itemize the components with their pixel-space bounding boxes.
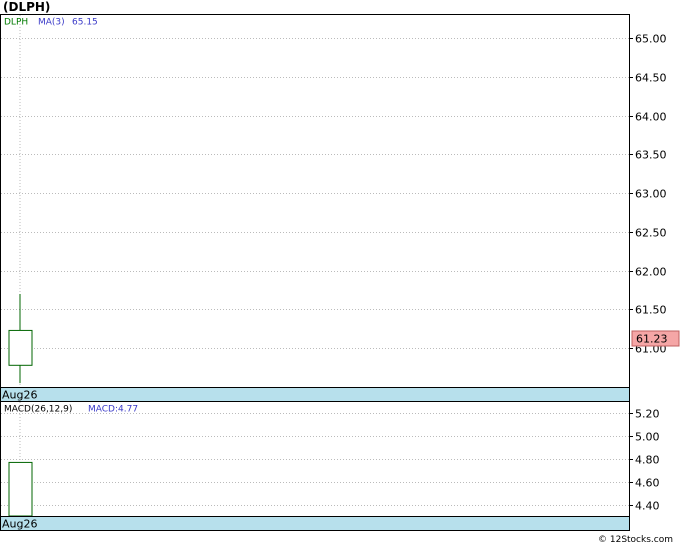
price-legend-ticker: DLPH (4, 18, 28, 28)
footer-credit: © 12Stocks.com (598, 535, 673, 545)
macd-plot-frame (0, 401, 630, 531)
y-tick-label: 63.00 (635, 188, 667, 201)
y-tick-label: 4.80 (635, 454, 660, 467)
macd-panel: 5.20 5.00 4.80 4.60 4.40 Aug26 MACD(26,12,9)… (0, 401, 660, 531)
y-tick-label: 61.50 (635, 304, 667, 317)
price-panel: 65.00 64.50 64.00 63.50 63.00 62.50 62.00 61.50… (0, 14, 680, 402)
macd-date-label: Aug26 (2, 518, 37, 531)
y-tick-label: 63.50 (635, 149, 667, 162)
macd-bar (8, 461, 33, 517)
y-tick-label: 62.50 (635, 227, 667, 240)
y-tick-label: 5.20 (635, 408, 660, 421)
y-tick-label: 65.00 (635, 33, 667, 46)
chart-title: (DLPH) (3, 0, 50, 14)
price-legend-value: 65.15 (72, 18, 98, 28)
macd-date-band (0, 516, 630, 531)
macd-legend-value: MACD:4.77 (88, 405, 138, 415)
y-tick-label: 62.00 (635, 266, 667, 279)
macd-legend-indicator: MACD(26,12,9) (4, 405, 72, 415)
price-date-label: Aug26 (2, 389, 37, 402)
y-tick-label: 64.50 (635, 72, 667, 85)
macd-axis: 5.20 5.00 4.80 4.60 4.40 (629, 408, 660, 513)
y-tick-label: 64.00 (635, 111, 667, 124)
y-tick-label: 4.60 (635, 477, 660, 490)
candle-body (8, 329, 33, 366)
current-price-label: 61.23 (636, 333, 668, 346)
price-date-band (0, 387, 630, 402)
price-legend-indicator: MA(3) (38, 18, 65, 28)
stock-chart: (DLPH) 65.00 64.50 64.00 63.50 63.00 62.50 62.… (0, 0, 680, 545)
macd-bars (8, 461, 33, 517)
price-plot-frame (0, 14, 630, 402)
y-tick-label: 4.40 (635, 500, 660, 513)
y-tick-label: 5.00 (635, 431, 660, 444)
price-axis: 65.00 64.50 64.00 63.50 63.00 62.50 62.00 61.50… (629, 33, 667, 356)
